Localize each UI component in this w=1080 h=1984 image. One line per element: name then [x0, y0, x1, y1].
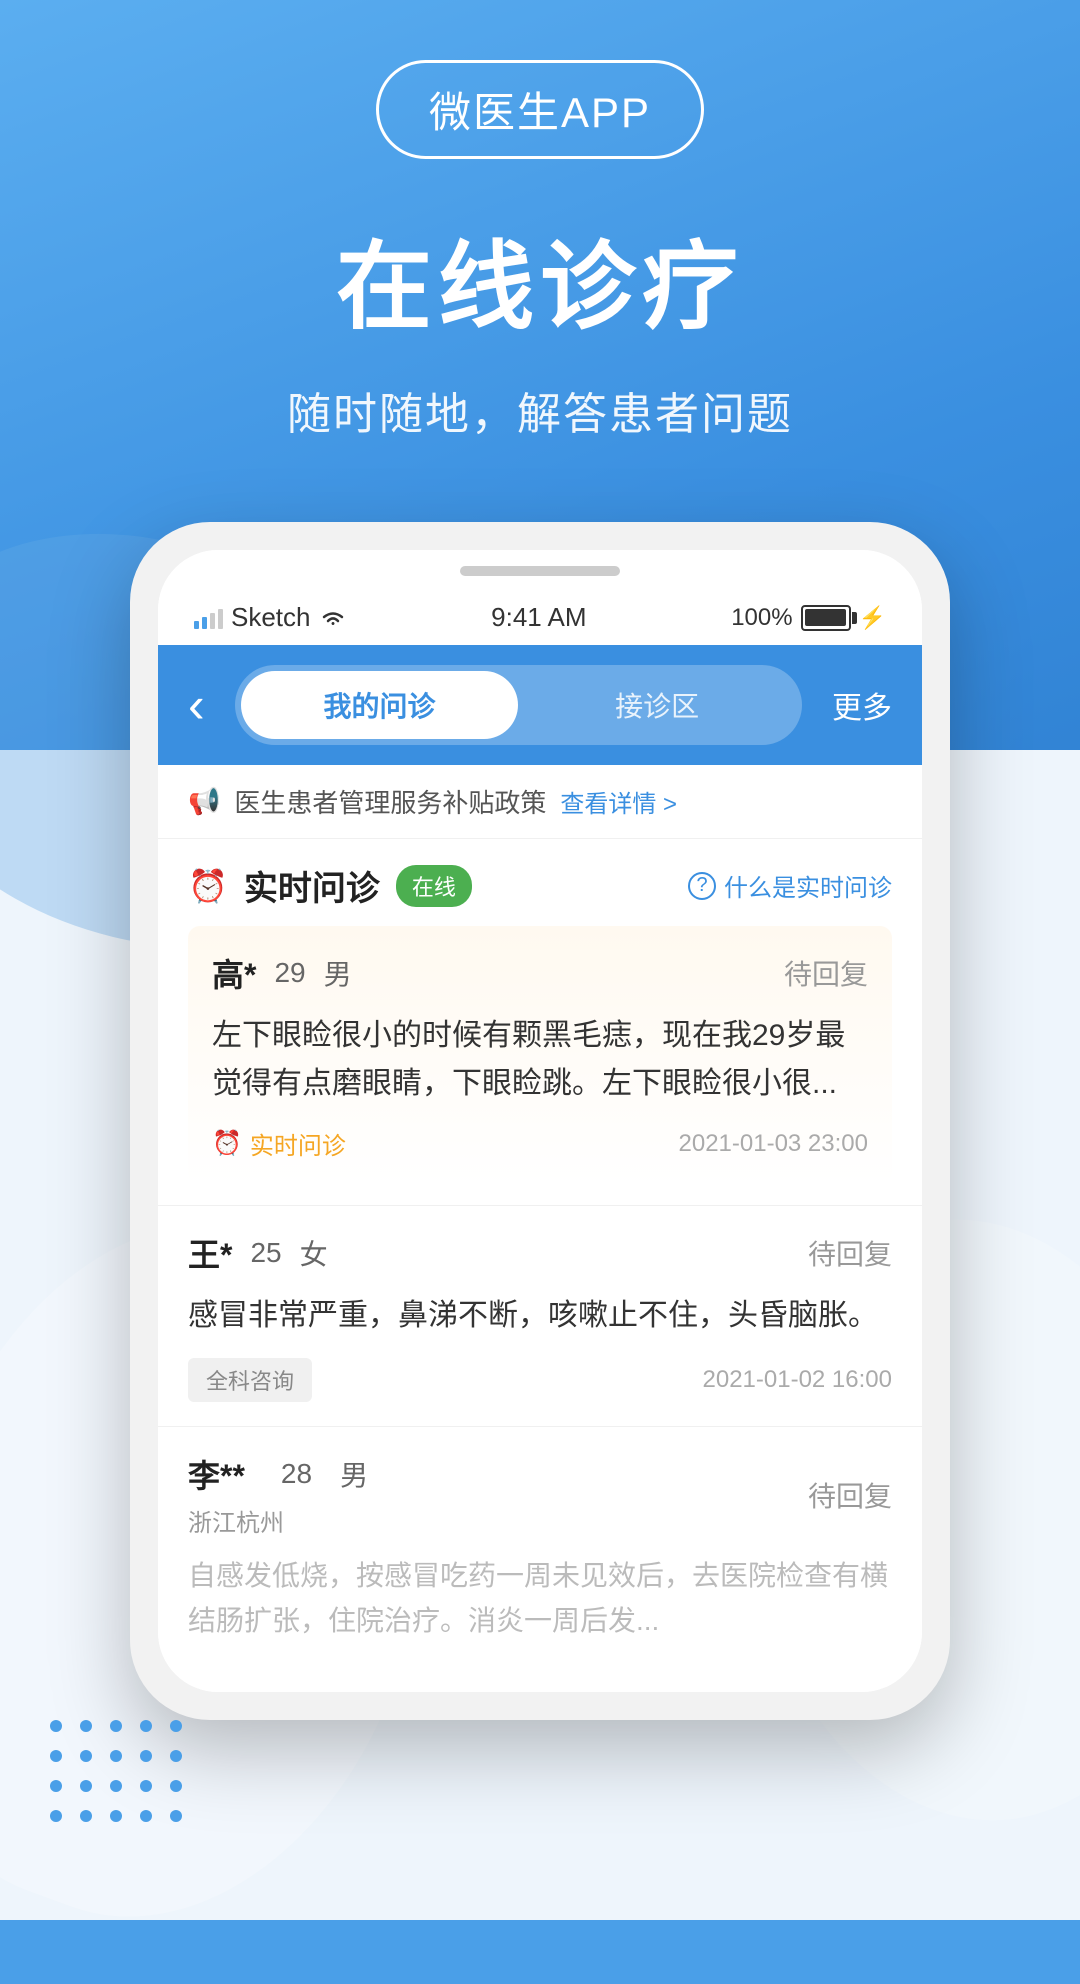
help-text: 什么是实时问诊 [724, 868, 892, 903]
patient-gender-1: 女 [300, 1233, 328, 1273]
patient-age-1: 25 [250, 1237, 281, 1269]
type-icon-0: ⏰ [212, 1129, 242, 1158]
consult-time-1: 2021-01-02 16:00 [703, 1366, 893, 1394]
signal-icon [194, 607, 223, 629]
tab-reception[interactable]: 接诊区 [518, 671, 796, 739]
nav-more[interactable]: 更多 [832, 683, 892, 727]
hero-subtitle: 随时随地，解答患者问题 [287, 378, 793, 442]
consult-section: ⏰ 实时问诊 在线 ? 什么是实时问诊 高* 29 [158, 839, 922, 1205]
tab-my-consult[interactable]: 我的问诊 [241, 671, 519, 739]
status-time: 9:41 AM [491, 602, 586, 633]
patient-info-1: 王* 25 女 [188, 1230, 328, 1276]
nav-tabs: 我的问诊 接诊区 [235, 665, 802, 745]
dots-decoration [50, 1720, 182, 1840]
status-bar: Sketch 9:41 AM 100% ⚡ [158, 584, 922, 645]
patient-info-0: 高* 29 男 [212, 950, 352, 996]
notice-text: 医生患者管理服务补贴政策 [234, 783, 546, 820]
wifi-icon [319, 607, 347, 629]
consult-clock-icon: ⏰ [188, 867, 228, 905]
patient-age-2: 28 [281, 1458, 312, 1490]
patient-gender-0: 男 [324, 953, 352, 993]
patient-content-1: 感冒非常严重，鼻涕不断，咳嗽止不住，头昏脑胀。 [188, 1292, 892, 1340]
hero-title: 在线诊疗 [336, 209, 744, 348]
patient-footer-1: 全科咨询 2021-01-02 16:00 [188, 1358, 892, 1402]
patient-name-2: 李** [188, 1451, 245, 1497]
carrier-text: Sketch [231, 602, 311, 633]
battery-icon [801, 605, 851, 631]
consult-header: ⏰ 实时问诊 在线 ? 什么是实时问诊 [188, 839, 892, 926]
patient-card-2[interactable]: 李** 28 男 浙江杭州 待回复 自感发低烧，按感冒吃药一周未见效后，去医院检… [158, 1427, 922, 1692]
back-button[interactable]: ‹ [188, 680, 205, 730]
patient-content-2: 自感发低烧，按感冒吃药一周未见效后，去医院检查有横结肠扩张，住院治疗。消炎一周后… [188, 1554, 892, 1644]
app-badge-text: 微医生APP [429, 89, 651, 136]
patient-gender-2: 男 [340, 1454, 368, 1494]
patient-name-0: 高* [212, 950, 256, 996]
consult-type-tag-0: ⏰ 实时问诊 [212, 1126, 346, 1161]
status-battery: 100% ⚡ [731, 604, 886, 632]
patient-status-0: 待回复 [784, 953, 868, 993]
consult-type-tag-1: 全科咨询 [188, 1358, 312, 1402]
notice-icon: 📢 [188, 786, 220, 817]
consult-help[interactable]: ? 什么是实时问诊 [688, 868, 892, 903]
nav-bar: ‹ 我的问诊 接诊区 更多 [158, 645, 922, 765]
app-badge: 微医生APP [376, 60, 704, 159]
notice-bar: 📢 医生患者管理服务补贴政策 查看详情 > [158, 765, 922, 839]
notice-link[interactable]: 查看详情 > [560, 784, 677, 819]
consult-time-0: 2021-01-03 23:00 [679, 1130, 869, 1158]
patient-header-0: 高* 29 男 待回复 [212, 950, 868, 996]
status-carrier: Sketch [194, 602, 347, 633]
patient-name-1: 王* [188, 1230, 232, 1276]
patient-header-2: 李** 28 男 浙江杭州 待回复 [188, 1451, 892, 1538]
patient-content-0: 左下眼睑很小的时候有颗黑毛痣，现在我29岁最觉得有点磨眼睛，下眼睑跳。左下眼睑很… [212, 1012, 868, 1108]
patient-card-1[interactable]: 王* 25 女 待回复 感冒非常严重，鼻涕不断，咳嗽止不住，头昏脑胀。 全科咨询… [158, 1206, 922, 1426]
patient-age-0: 29 [274, 957, 305, 989]
phone-mockup: Sketch 9:41 AM 100% ⚡ [130, 522, 950, 1720]
patient-info-2: 李** 28 男 [188, 1451, 368, 1497]
patient-status-1: 待回复 [808, 1233, 892, 1273]
patient-card-0[interactable]: 高* 29 男 待回复 左下眼睑很小的时候有颗黑毛痣，现在我29岁最觉得有点磨眼… [188, 926, 892, 1185]
type-label-0: 实时问诊 [250, 1126, 346, 1161]
patient-header-1: 王* 25 女 待回复 [188, 1230, 892, 1276]
consult-title-wrap: ⏰ 实时问诊 在线 [188, 861, 472, 910]
patient-location-2: 浙江杭州 [188, 1503, 368, 1538]
patient-footer-0: ⏰ 实时问诊 2021-01-03 23:00 [212, 1126, 868, 1161]
consult-title: 实时问诊 [244, 861, 380, 910]
patient-status-2: 待回复 [808, 1475, 892, 1515]
phone-notch [460, 566, 620, 576]
online-badge: 在线 [396, 865, 472, 907]
help-icon: ? [688, 872, 716, 900]
